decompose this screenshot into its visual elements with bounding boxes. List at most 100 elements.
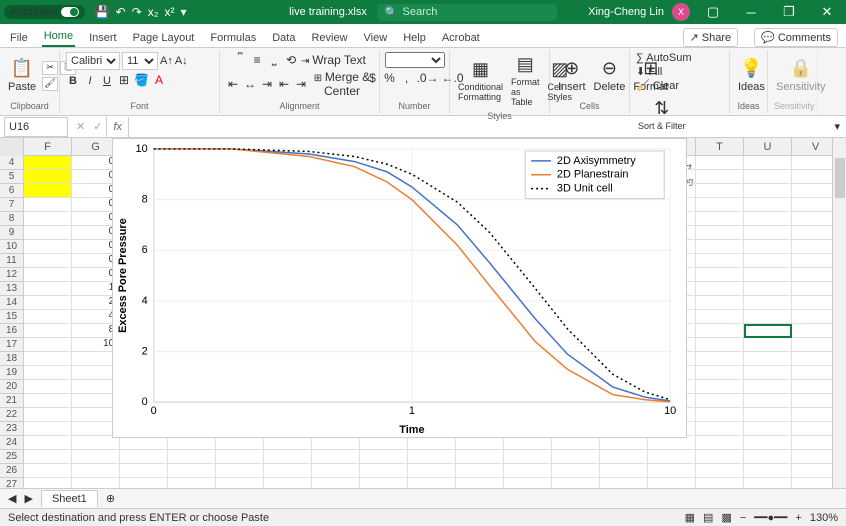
view-pagebreak-icon[interactable]: ▩ <box>721 511 731 524</box>
fill-button[interactable]: ⬇ Fill <box>636 65 692 78</box>
cell[interactable] <box>24 380 72 394</box>
row-header[interactable]: 22 <box>0 408 24 422</box>
cell[interactable] <box>24 478 72 488</box>
cell[interactable] <box>696 394 744 408</box>
cell[interactable] <box>744 408 792 422</box>
cell[interactable] <box>600 450 648 464</box>
cell[interactable] <box>264 464 312 478</box>
view-layout-icon[interactable]: ▤ <box>703 511 713 524</box>
cell[interactable] <box>24 436 72 450</box>
cell[interactable] <box>696 450 744 464</box>
cell[interactable] <box>552 464 600 478</box>
cell[interactable] <box>72 478 120 488</box>
indent-inc-icon[interactable]: ⇥ <box>294 77 308 91</box>
cell[interactable] <box>600 478 648 488</box>
cell[interactable] <box>696 478 744 488</box>
embedded-chart[interactable]: 02468100110TimeExcess Pore Pressure2D Ax… <box>112 138 687 438</box>
conditional-formatting-button[interactable]: ▦Conditional Formatting <box>456 57 505 104</box>
tab-acrobat[interactable]: Acrobat <box>440 29 482 47</box>
expand-formula-icon[interactable]: ▾ <box>828 120 846 133</box>
tab-file[interactable]: File <box>8 29 30 47</box>
cell[interactable] <box>24 184 72 198</box>
cell[interactable] <box>24 170 72 184</box>
tab-home[interactable]: Home <box>42 27 75 47</box>
sort-filter-button[interactable]: ⇅Sort & Filter <box>636 96 688 133</box>
row-header[interactable]: 8 <box>0 212 24 226</box>
cell[interactable] <box>600 464 648 478</box>
cell[interactable] <box>216 450 264 464</box>
font-name-select[interactable]: Calibri <box>66 52 120 70</box>
indent-dec-icon[interactable]: ⇤ <box>277 77 291 91</box>
cell[interactable] <box>24 464 72 478</box>
cell[interactable] <box>24 422 72 436</box>
align-right-icon[interactable]: ⇥ <box>260 77 274 91</box>
cell[interactable] <box>24 394 72 408</box>
cell[interactable] <box>696 268 744 282</box>
cell[interactable] <box>168 464 216 478</box>
align-center-icon[interactable]: ↔ <box>243 77 257 91</box>
maximize-icon[interactable]: ❐ <box>774 0 804 24</box>
cell[interactable] <box>744 464 792 478</box>
cell[interactable] <box>408 478 456 488</box>
sheet-tab[interactable]: Sheet1 <box>41 490 98 507</box>
share-button[interactable]: ↗Share <box>683 28 739 47</box>
cell[interactable] <box>744 170 792 184</box>
cancel-formula-icon[interactable]: ✕ <box>72 120 89 133</box>
cell[interactable] <box>696 170 744 184</box>
cell[interactable] <box>696 240 744 254</box>
orientation-icon[interactable]: ⟲ <box>284 53 298 67</box>
cell[interactable] <box>120 450 168 464</box>
cell[interactable] <box>744 268 792 282</box>
cell[interactable] <box>408 450 456 464</box>
fill-color-icon[interactable]: 🪣 <box>134 73 149 87</box>
cell[interactable] <box>408 464 456 478</box>
cell[interactable] <box>744 212 792 226</box>
tab-page-layout[interactable]: Page Layout <box>131 29 197 47</box>
name-box[interactable]: U16 <box>4 117 68 137</box>
row-header[interactable]: 18 <box>0 352 24 366</box>
cell[interactable] <box>24 226 72 240</box>
cell[interactable] <box>24 296 72 310</box>
col-header[interactable]: F <box>24 138 72 156</box>
row-header[interactable]: 13 <box>0 282 24 296</box>
cell[interactable] <box>216 478 264 488</box>
comma-icon[interactable]: , <box>399 71 413 85</box>
row-header[interactable]: 4 <box>0 156 24 170</box>
cell[interactable] <box>456 450 504 464</box>
cell[interactable] <box>552 478 600 488</box>
row-header[interactable]: 14 <box>0 296 24 310</box>
zoom-slider[interactable]: ━━●━━ <box>754 511 787 524</box>
cell[interactable] <box>696 282 744 296</box>
cell[interactable] <box>360 450 408 464</box>
font-color-icon[interactable]: A <box>152 73 166 87</box>
cell[interactable] <box>24 212 72 226</box>
tab-review[interactable]: Review <box>309 29 349 47</box>
format-painter-icon[interactable]: 🖌 <box>42 77 58 91</box>
font-size-select[interactable]: 11 <box>122 52 158 70</box>
currency-icon[interactable]: $ <box>365 71 379 85</box>
cell[interactable] <box>24 450 72 464</box>
row-header[interactable]: 19 <box>0 366 24 380</box>
row-header[interactable]: 16 <box>0 324 24 338</box>
user-name[interactable]: Xing-Cheng Lin <box>588 6 664 18</box>
cell[interactable] <box>648 450 696 464</box>
cell[interactable] <box>360 478 408 488</box>
cell[interactable] <box>696 254 744 268</box>
vertical-scrollbar[interactable] <box>832 138 846 488</box>
row-header[interactable]: 6 <box>0 184 24 198</box>
sheet-nav-next-icon[interactable]: ▶ <box>24 492 32 505</box>
border-icon[interactable]: ⊞ <box>117 73 131 87</box>
cell[interactable] <box>696 422 744 436</box>
search-box[interactable]: 🔍 Search <box>377 4 557 21</box>
cell[interactable] <box>456 478 504 488</box>
row-header[interactable]: 23 <box>0 422 24 436</box>
ribbon-options-icon[interactable]: ▢ <box>698 0 728 24</box>
merge-button[interactable]: ⊞ Merge & Center <box>311 70 373 98</box>
row-header[interactable]: 21 <box>0 394 24 408</box>
cell[interactable] <box>264 450 312 464</box>
cell[interactable] <box>72 450 120 464</box>
cell[interactable] <box>24 240 72 254</box>
number-format-select[interactable] <box>385 52 445 68</box>
sheet-nav-prev-icon[interactable]: ◀ <box>8 492 16 505</box>
bold-icon[interactable]: B <box>66 73 80 87</box>
